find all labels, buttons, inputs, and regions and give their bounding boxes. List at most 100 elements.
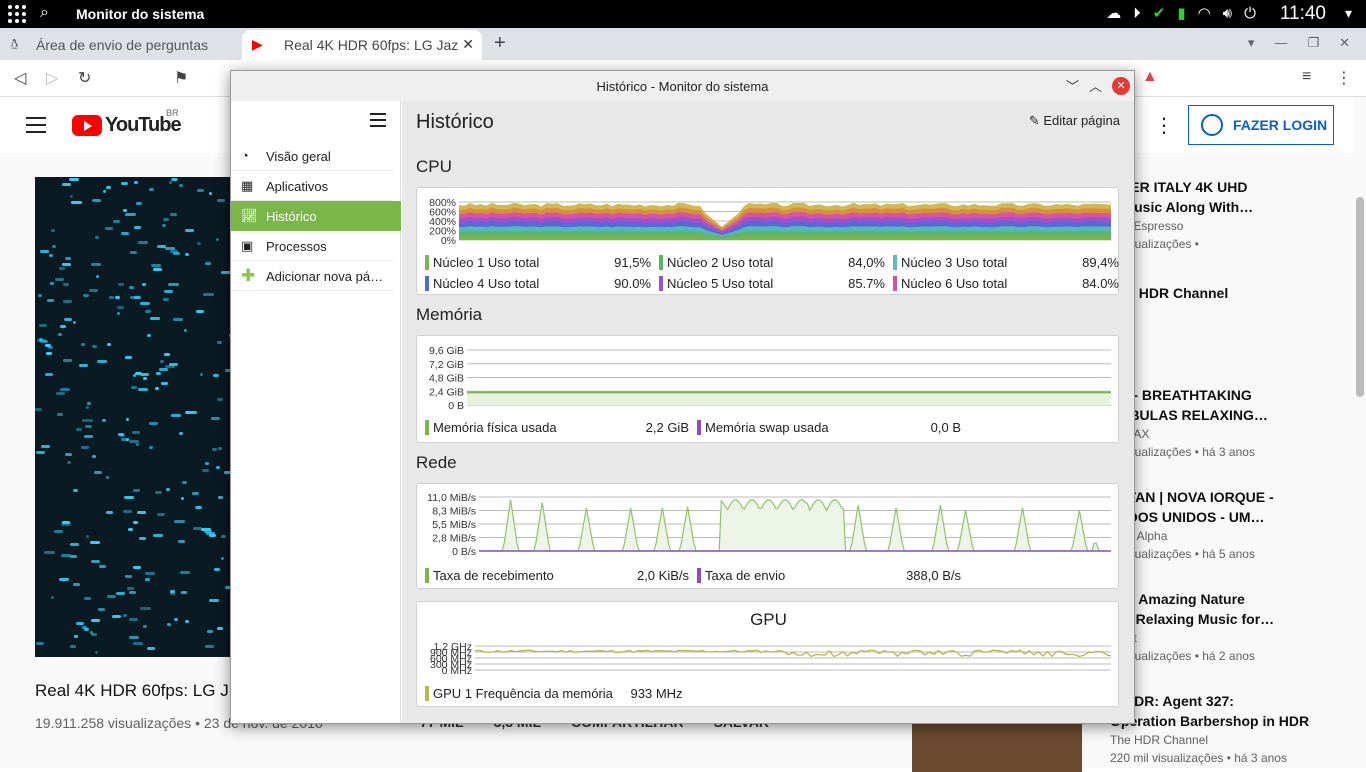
forward-icon[interactable]: ▷ — [46, 68, 58, 88]
yt-settings-icon[interactable]: ⋮ — [1154, 113, 1174, 138]
water-particle — [124, 575, 132, 579]
minimize-icon[interactable]: ﹀ — [1066, 76, 1079, 95]
water-particle — [128, 439, 139, 443]
video-player[interactable] — [35, 177, 245, 657]
minimize-icon[interactable]: — — [1274, 35, 1287, 51]
youtube-favicon-icon: ▶ — [252, 36, 263, 52]
water-particle — [164, 246, 175, 250]
edit-page-button[interactable]: ✎ Editar página — [1029, 113, 1120, 129]
sidebar-item-history[interactable]: 📈︎ Histórico — [231, 201, 401, 231]
rec-item[interactable]: K HDR: Agent 327: Operation Barbershop in… — [1110, 691, 1309, 767]
power-icon[interactable]: ⏻ — [1244, 5, 1256, 23]
new-tab-icon[interactable]: + — [494, 32, 506, 55]
water-particle — [54, 277, 65, 281]
bookmark-icon[interactable]: ⚑ — [174, 68, 188, 88]
legend-swatch — [659, 255, 663, 270]
app-grid-icon[interactable] — [8, 5, 26, 23]
browser-menu-icon[interactable]: ⋮ — [1336, 68, 1352, 88]
tab-youtube[interactable]: ▶ Real 4K HDR 60fps: LG Jaz ✕ — [242, 30, 482, 60]
search-icon[interactable]: ⌕ — [40, 4, 49, 22]
legend-label: Núcleo 1 Uso total — [433, 255, 540, 270]
water-particle — [76, 427, 82, 431]
water-particle — [145, 571, 155, 575]
water-particle — [205, 261, 211, 265]
penguin-icon: 🐧︎ — [10, 36, 19, 52]
login-button[interactable]: FAZER LOGIN — [1188, 105, 1334, 145]
water-particle — [169, 213, 177, 217]
plus-icon: ✚ — [241, 266, 256, 285]
chevron-down-icon[interactable]: ▾ — [1345, 5, 1352, 22]
back-icon[interactable]: ◁ — [14, 68, 26, 88]
hamburger-menu-icon[interactable] — [370, 113, 386, 131]
water-particle — [162, 297, 170, 301]
water-particle — [81, 625, 88, 629]
sidebar-item-apps[interactable]: ▦ Aplicativos — [231, 171, 393, 201]
water-particle — [82, 418, 94, 422]
water-particle — [173, 618, 179, 622]
axis-tick-label: 0 B — [448, 400, 464, 412]
check-icon[interactable]: ✔ — [1153, 5, 1166, 23]
water-particle — [148, 188, 155, 192]
water-particle — [73, 583, 81, 587]
volume-icon[interactable]: 🔊︎ — [1223, 5, 1232, 23]
water-particle — [155, 372, 162, 376]
water-particle — [213, 568, 220, 572]
page-scrollbar[interactable] — [1356, 197, 1364, 397]
sidebar-item-add-page[interactable]: ✚ Adicionar nova pá… — [231, 261, 393, 291]
weather-icon[interactable]: ☁ — [1106, 5, 1121, 23]
water-particle — [147, 333, 152, 337]
maximize-icon[interactable]: ︿ — [1089, 76, 1102, 95]
sidebar-item-overview[interactable]: ◔ Visão geral — [231, 141, 393, 171]
water-particle — [123, 495, 135, 499]
extension-icon[interactable]: ▲ — [1142, 68, 1158, 86]
water-particle — [73, 321, 77, 325]
maximize-icon[interactable]: ❐ — [1307, 35, 1319, 51]
reading-list-icon[interactable]: ≡ — [1302, 68, 1311, 86]
water-particle — [97, 608, 106, 612]
window-titlebar[interactable]: Histórico - Monitor do sistema — [231, 71, 1134, 101]
browser-tab-strip: 🐧︎ Área de envio de perguntas ▶ Real 4K … — [0, 28, 1366, 60]
water-particle — [56, 412, 64, 416]
clock[interactable]: 11:40 — [1280, 3, 1326, 25]
water-particle — [132, 566, 141, 570]
sidebar-item-processes[interactable]: ▣ Processos — [231, 231, 393, 261]
axis-tick-label: 2,4 GiB — [429, 386, 464, 398]
gpu-memory-freq-line — [474, 649, 1112, 658]
battery-icon[interactable]: ▮ — [1177, 5, 1185, 23]
yt-menu-icon[interactable] — [26, 117, 46, 138]
legend-item: Memória física usada — [425, 420, 557, 435]
close-window-icon[interactable]: ✕ — [1339, 35, 1350, 51]
close-icon[interactable]: ✕ — [1112, 76, 1130, 95]
water-particle — [123, 614, 128, 618]
window-controls: ▾ — ❐ ✕ — [1248, 35, 1350, 51]
water-particle — [66, 461, 71, 465]
legend-value: 90.0% — [614, 276, 651, 291]
water-particle — [58, 332, 62, 336]
water-particle — [90, 262, 101, 266]
tab-search-icon[interactable]: ▾ — [1248, 35, 1255, 51]
water-particle — [131, 386, 138, 390]
water-particle — [145, 577, 151, 581]
youtube-logo[interactable]: YouTube BR — [72, 108, 182, 137]
legend-item: Memória swap usada — [697, 420, 829, 435]
water-particle — [129, 251, 137, 255]
water-particle — [164, 289, 174, 293]
water-particle — [117, 432, 124, 436]
legend-item: Núcleo 6 Uso total — [893, 276, 1007, 291]
legend-label: GPU 1 Frequência da memória — [433, 686, 617, 701]
water-particle — [45, 344, 52, 348]
tab-questions[interactable]: 🐧︎ Área de envio de perguntas — [0, 30, 240, 60]
cpu-chart: 800%600%400%200%0% — [429, 197, 1111, 247]
water-particle — [160, 359, 164, 363]
water-particle — [123, 208, 127, 212]
water-particle — [133, 181, 139, 185]
water-particle — [148, 421, 158, 425]
water-particle — [50, 229, 56, 233]
wifi-icon[interactable]: ◠ — [1198, 5, 1211, 23]
reload-icon[interactable]: ↻ — [78, 68, 91, 88]
media-play-icon[interactable]: ⏵ — [1133, 5, 1141, 23]
water-particle — [120, 182, 129, 186]
rec-thumbnail[interactable] — [912, 722, 1082, 772]
water-particle — [197, 241, 202, 245]
close-tab-icon[interactable]: ✕ — [462, 36, 474, 53]
